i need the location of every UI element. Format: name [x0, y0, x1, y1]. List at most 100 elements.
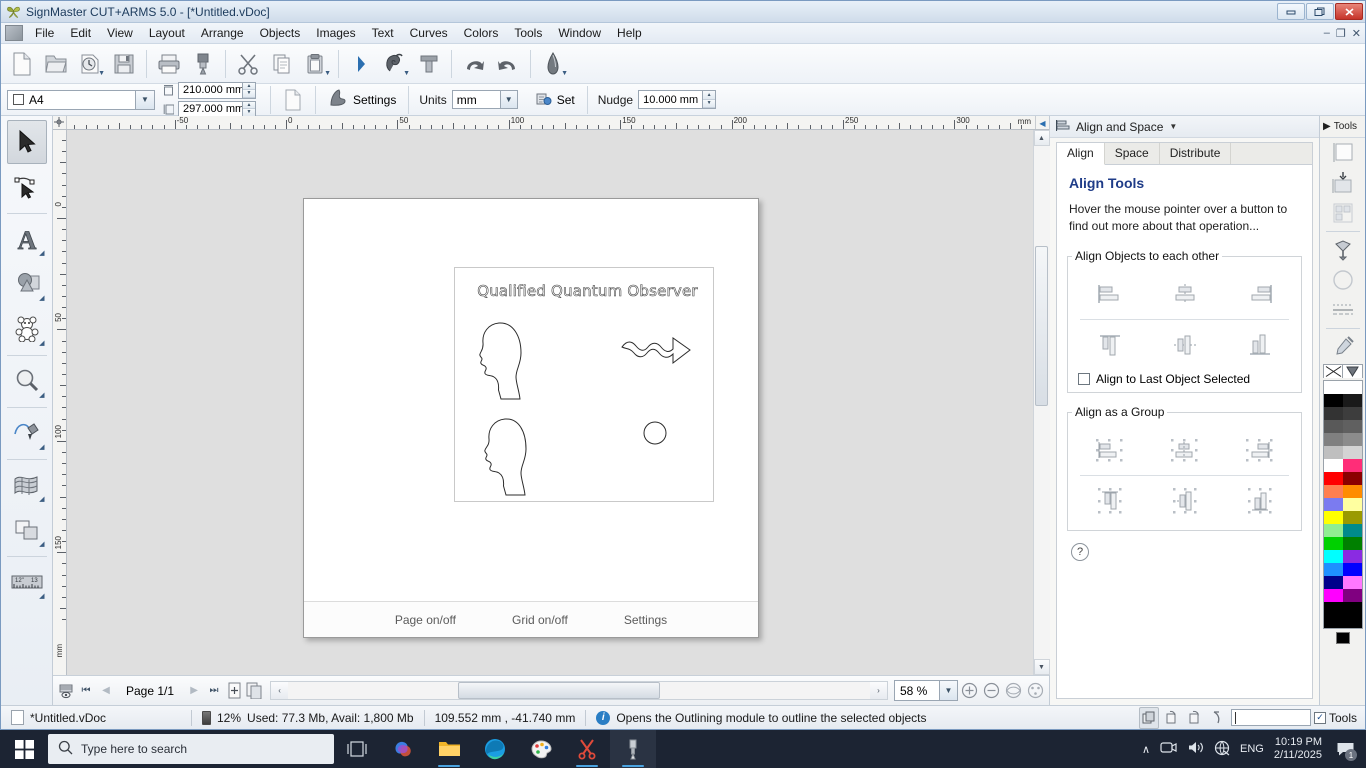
page-size-select[interactable]: A4 ▼: [7, 89, 155, 110]
draw-pen-tool[interactable]: ◢: [7, 411, 47, 455]
palette-swatch[interactable]: [1323, 550, 1343, 563]
minimize-button[interactable]: [1277, 3, 1305, 20]
group-align-left-button[interactable]: [1087, 433, 1133, 467]
canvas-horizontal-scrollbar[interactable]: ‹ ›: [270, 681, 888, 700]
palette-swatch[interactable]: [1323, 511, 1343, 524]
edge-browser-icon[interactable]: [472, 730, 518, 768]
weed-lines-button[interactable]: [1208, 707, 1228, 729]
node-edit-tool[interactable]: [7, 165, 47, 209]
camera-icon[interactable]: [1160, 740, 1177, 758]
menu-item-colors[interactable]: Colors: [456, 24, 507, 42]
palette-swatch[interactable]: [1323, 524, 1343, 537]
redo-icon[interactable]: [491, 47, 525, 81]
page-width-stepper[interactable]: ▲ ▼: [242, 82, 255, 98]
snipping-tool-icon[interactable]: [564, 730, 610, 768]
no-fill-swatch[interactable]: [1323, 365, 1343, 378]
doc-close-button[interactable]: ✕: [1352, 27, 1361, 40]
warp-tool[interactable]: ◢: [7, 463, 47, 507]
outline-shape-tool[interactable]: [1326, 265, 1360, 295]
page-width-input[interactable]: 210.000 mm ▲ ▼: [178, 81, 256, 99]
copilot-icon[interactable]: [380, 730, 426, 768]
palette-swatch[interactable]: [1342, 524, 1362, 537]
snap-to-object-button[interactable]: [1138, 706, 1159, 729]
chevron-down-icon[interactable]: ▼: [135, 90, 154, 109]
palette-swatch[interactable]: [1323, 615, 1343, 628]
design-title-text[interactable]: Qualified Quantum Observer: [475, 282, 700, 301]
chevron-down-icon[interactable]: ▼: [499, 91, 517, 108]
open-document-icon[interactable]: [39, 47, 73, 81]
tab-space[interactable]: Space: [1105, 143, 1160, 164]
palette-swatch[interactable]: [1342, 550, 1362, 563]
palette-swatch[interactable]: [1323, 407, 1343, 420]
zoom-fit-icon[interactable]: [1002, 680, 1024, 702]
palette-swatch[interactable]: [1323, 576, 1343, 589]
zoom-all-icon[interactable]: [1024, 680, 1046, 702]
zoom-tool[interactable]: ◢: [7, 359, 47, 403]
doc-restore-button[interactable]: ❐: [1336, 27, 1346, 40]
tools-strip-header[interactable]: ▶ Tools: [1320, 116, 1365, 138]
palette-swatch[interactable]: [1342, 472, 1362, 485]
palette-swatch[interactable]: [1323, 394, 1343, 407]
menu-item-objects[interactable]: Objects: [252, 24, 309, 42]
scissors-cut-icon[interactable]: [231, 47, 265, 81]
group-align-top-button[interactable]: [1087, 484, 1133, 518]
palette-swatch[interactable]: [1342, 485, 1362, 498]
palette-swatch[interactable]: [1323, 537, 1343, 550]
zoom-in-button[interactable]: [958, 680, 980, 702]
palette-swatch[interactable]: [1342, 459, 1362, 472]
tab-align[interactable]: Align: [1057, 143, 1105, 165]
eyedropper-tool[interactable]: [1326, 332, 1360, 362]
units-select[interactable]: mm ▼: [451, 90, 518, 109]
palette-swatch[interactable]: [1323, 589, 1343, 602]
doc-minimize-button[interactable]: –: [1324, 27, 1330, 40]
nudge-stepper[interactable]: ▲ ▼: [702, 91, 716, 108]
align-to-last-object-checkbox[interactable]: [1078, 373, 1090, 385]
group-align-bottom-button[interactable]: [1237, 484, 1283, 518]
palette-swatch[interactable]: [1342, 433, 1362, 446]
first-page-button[interactable]: ⏮: [76, 680, 96, 702]
palette-swatch[interactable]: [1342, 394, 1362, 407]
tray-expand-icon[interactable]: ∧: [1142, 743, 1150, 756]
new-document-icon[interactable]: [5, 47, 39, 81]
clipart-tool[interactable]: ◢: [7, 307, 47, 351]
nudge-input[interactable]: 10.000 mm ▲ ▼: [638, 90, 717, 109]
next-page-button[interactable]: ▶: [184, 680, 204, 702]
scroll-left-button[interactable]: ‹: [271, 682, 289, 699]
dash-line-tool[interactable]: [1326, 295, 1360, 325]
design-canvas[interactable]: Qualified Quantum Observer Page on/off G…: [67, 130, 1033, 675]
page-setup-icon[interactable]: [276, 83, 310, 117]
palette-swatch[interactable]: [1342, 602, 1362, 615]
file-explorer-icon[interactable]: [426, 730, 472, 768]
palette-swatch[interactable]: [1342, 407, 1362, 420]
node-edit-icon[interactable]: [344, 47, 378, 81]
paint-bucket-tool[interactable]: [1326, 235, 1360, 265]
cut-plot-icon[interactable]: [186, 47, 220, 81]
add-page-icon[interactable]: [224, 680, 244, 702]
paste-icon[interactable]: ▼: [299, 47, 333, 81]
chevron-right-icon[interactable]: ▶: [1323, 121, 1331, 132]
volume-icon[interactable]: [1187, 740, 1204, 758]
document-system-icon[interactable]: [5, 25, 23, 41]
menu-item-images[interactable]: Images: [308, 24, 363, 42]
windows-start-icon[interactable]: [0, 730, 48, 768]
menu-item-edit[interactable]: Edit: [62, 24, 99, 42]
palette-swatch[interactable]: [1323, 563, 1343, 576]
duplicate-page-icon[interactable]: [244, 680, 264, 702]
signmaster-icon[interactable]: [610, 730, 656, 768]
palette-swatch[interactable]: [1323, 433, 1343, 446]
palette-swatch[interactable]: [1342, 381, 1362, 394]
vertical-scroll-track[interactable]: [1033, 146, 1050, 659]
set-units-button[interactable]: Set: [528, 87, 582, 113]
palette-swatch[interactable]: [1342, 446, 1362, 459]
fill-color-tool[interactable]: [1326, 138, 1360, 168]
chevron-down-icon[interactable]: ▼: [939, 681, 957, 700]
palette-swatch[interactable]: [1342, 537, 1362, 550]
grid-onoff-toggle[interactable]: Grid on/off: [512, 613, 568, 627]
settings-button[interactable]: Settings: [321, 85, 403, 114]
menu-item-window[interactable]: Window: [550, 24, 609, 42]
paint-icon[interactable]: [518, 730, 564, 768]
horizontal-ruler[interactable]: 00-50050100150200250300 mm ◀: [53, 116, 1049, 130]
pattern-fill-tool[interactable]: [1326, 198, 1360, 228]
palette-swatch[interactable]: [1323, 498, 1343, 511]
palette-swatch[interactable]: [1323, 472, 1343, 485]
